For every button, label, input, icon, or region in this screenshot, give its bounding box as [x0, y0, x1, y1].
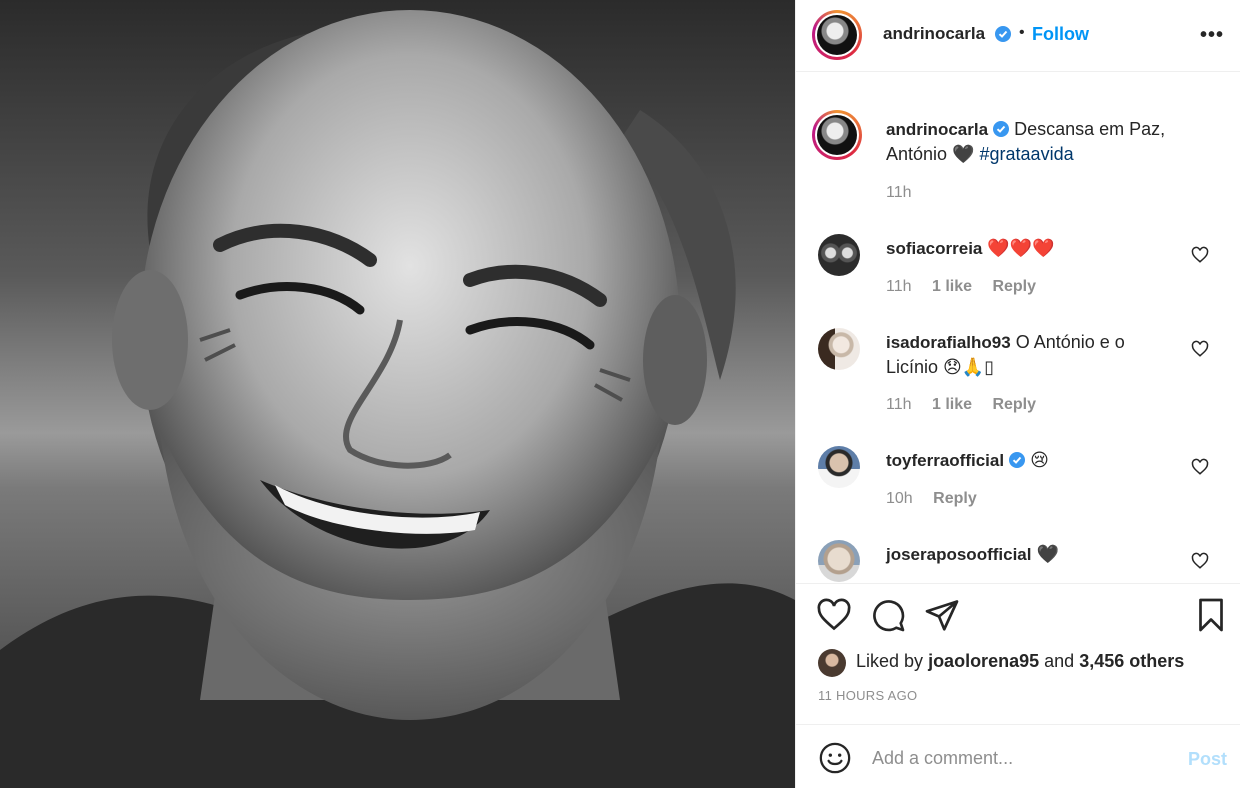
comment-username[interactable]: toyferraofficial	[886, 451, 1004, 470]
reply-button[interactable]: Reply	[992, 278, 1036, 295]
hashtag-link[interactable]: #grataavida	[980, 144, 1074, 164]
post-side-panel: andrinocarla • Follow ••• andrinocarla D…	[795, 0, 1240, 788]
post-header: andrinocarla • Follow •••	[796, 0, 1240, 72]
comment-avatar[interactable]	[818, 328, 860, 370]
post-photo[interactable]	[0, 0, 795, 788]
comment-row: joseraposoofficial 🖤	[796, 538, 1240, 583]
verified-badge-icon	[1009, 452, 1026, 468]
like-comment-heart-icon[interactable]	[1191, 458, 1209, 476]
liked-by-username[interactable]: joaolorena95	[928, 651, 1039, 671]
portrait-illustration	[0, 10, 795, 788]
likes-and: and	[1044, 651, 1075, 671]
caption-author-username[interactable]: andrinocarla	[886, 120, 988, 139]
verified-badge-icon	[995, 26, 1011, 42]
liker-avatar[interactable]	[818, 649, 846, 677]
comment-row: sofiacorreia ❤️❤️❤️ 11h 1 like Reply	[796, 232, 1240, 312]
comment-body: 🖤	[1036, 544, 1059, 564]
emoji-icon[interactable]	[818, 741, 852, 775]
heart-icon[interactable]	[816, 597, 852, 633]
like-comment-heart-icon[interactable]	[1191, 340, 1209, 358]
likes-prefix: Liked by	[856, 651, 924, 671]
bookmark-icon[interactable]	[1193, 597, 1229, 633]
comment-username[interactable]: isadorafialho93	[886, 333, 1011, 352]
caption-author-avatar[interactable]	[812, 110, 862, 160]
like-comment-heart-icon[interactable]	[1191, 552, 1209, 570]
comment-body-line-2: Licínio 😞🙏▯	[886, 357, 995, 377]
caption-line-2: António	[886, 144, 948, 164]
comment-icon[interactable]	[870, 597, 906, 633]
caption-text: andrinocarla Descansa em Paz, António 🖤 …	[886, 117, 1186, 166]
comment-meta: 11h 1 like Reply	[886, 278, 1036, 296]
comment-text: isadorafialho93 O António e o Licínio 😞🙏…	[886, 330, 1176, 379]
comments-list[interactable]: andrinocarla Descansa em Paz, António 🖤 …	[796, 72, 1240, 584]
comment-username[interactable]: joseraposoofficial	[886, 545, 1031, 564]
comment-meta: 11h 1 like Reply	[886, 396, 1036, 414]
add-comment-bar: Post	[796, 724, 1240, 788]
comment-avatar[interactable]	[818, 446, 860, 488]
like-comment-heart-icon[interactable]	[1191, 246, 1209, 264]
caption-time: 11h	[886, 184, 912, 201]
verified-badge-icon	[993, 121, 1010, 137]
post-comment-button[interactable]: Post	[1188, 749, 1227, 770]
comment-row: isadorafialho93 O António e o Licínio 😞🙏…	[796, 326, 1240, 426]
comment-time: 11h	[886, 278, 912, 295]
author-avatar[interactable]	[812, 10, 862, 60]
comment-body: ❤️❤️❤️	[987, 238, 1055, 258]
comment-text: joseraposoofficial 🖤	[886, 542, 1176, 567]
likes-text: Liked by joaolorena95 and 3,456 others	[856, 651, 1184, 672]
post-action-bar	[796, 585, 1240, 645]
comment-time: 11h	[886, 396, 912, 413]
more-icon[interactable]: •••	[1200, 24, 1224, 47]
reply-button[interactable]: Reply	[992, 396, 1036, 413]
comment-input[interactable]	[872, 741, 1172, 775]
comment-row: toyferraofficial 😢 10h Reply	[796, 444, 1240, 524]
follow-button[interactable]: Follow	[1032, 24, 1089, 45]
comment-username[interactable]: sofiacorreia	[886, 239, 982, 258]
comment-time: 10h	[886, 490, 913, 507]
reply-button[interactable]: Reply	[933, 490, 977, 507]
comment-like-count[interactable]: 1 like	[932, 396, 972, 413]
post-timestamp: 11 HOURS AGO	[818, 688, 918, 703]
comment-like-count[interactable]: 1 like	[932, 278, 972, 295]
comment-body: O António e o	[1015, 332, 1125, 352]
caption-heart-emoji: 🖤	[952, 144, 975, 164]
caption: andrinocarla Descansa em Paz, António 🖤 …	[796, 110, 1240, 220]
likes-others-count[interactable]: 3,456 others	[1079, 651, 1184, 671]
comment-avatar[interactable]	[818, 540, 860, 582]
caption-line-1: Descansa em Paz,	[1014, 119, 1166, 139]
comment-text: sofiacorreia ❤️❤️❤️	[886, 236, 1176, 261]
separator-dot: •	[1019, 24, 1025, 41]
comment-text: toyferraofficial 😢	[886, 448, 1176, 473]
comment-avatar[interactable]	[818, 234, 860, 276]
comment-body: 😢	[1030, 450, 1049, 470]
share-icon[interactable]	[924, 597, 960, 633]
author-username[interactable]: andrinocarla	[883, 24, 985, 44]
comment-meta: 10h Reply	[886, 490, 977, 508]
